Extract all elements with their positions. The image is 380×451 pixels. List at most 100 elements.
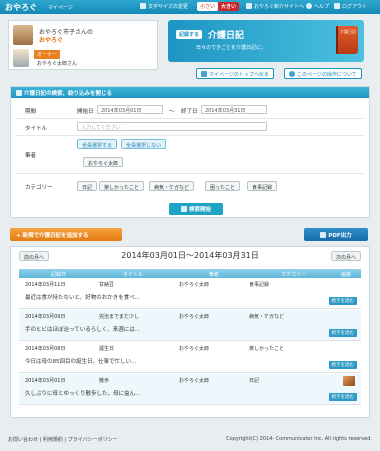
owner-badge: オーナー <box>34 50 61 59</box>
entry-author: おやろぐ太郎 <box>179 378 210 384</box>
column-header-category[interactable]: カテゴリー <box>281 271 306 278</box>
entry-author: おやろぐ太郎 <box>179 314 210 320</box>
profile-card: おやろぐ市子さんの おやろぐ オーナー おやろぐ太郎さん <box>8 20 158 70</box>
entry-body: 今日は母の85回目の誕生日。仕事で忙しい... <box>25 359 137 365</box>
privacy-link[interactable]: プライバシーポリシー <box>68 437 118 443</box>
column-header-author[interactable]: 筆者 <box>209 271 219 278</box>
select-all-button[interactable]: 全員選択する <box>77 139 118 149</box>
logout-link[interactable]: ログアウト <box>334 3 367 10</box>
read-more-button[interactable]: 続きを読む <box>328 393 357 401</box>
divider <box>15 135 365 136</box>
title-input[interactable]: 入力してください <box>77 122 267 131</box>
entry-category: 病気・ケガなど <box>249 314 285 320</box>
author-chip[interactable]: おやろぐ太郎 <box>83 157 124 167</box>
page-title: 介護日記 <box>208 31 245 41</box>
read-more-button[interactable]: 続きを読む <box>328 297 357 305</box>
diary-entry: 2014年03月11日 甘納豆 おやろぐ太郎 食事記録 最近は食が持たないと、好… <box>19 278 361 309</box>
terms-link[interactable]: 利用規約 <box>43 437 63 443</box>
pdf-export-button[interactable]: PDF出力 <box>304 228 368 241</box>
entry-title[interactable]: 完治までまだ少し <box>99 313 139 320</box>
diary-entry: 2014年03月01日 散歩 おやろぐ太郎 日記 久しぶりに母とゆっくり散歩した… <box>19 374 361 405</box>
diary-entry: 2014年03月08日 誕生日 おやろぐ太郎 楽しかったこと 今日は母の85回目… <box>19 342 361 373</box>
category-label: カテゴリー <box>25 185 53 191</box>
period-label: 期間 <box>25 109 37 115</box>
footer-separator: | <box>64 437 67 443</box>
pdf-icon <box>320 232 327 238</box>
entry-title[interactable]: 甘納豆 <box>99 281 114 288</box>
help-icon <box>306 3 312 9</box>
search-icon <box>180 206 187 212</box>
start-date-input[interactable]: 2014年03月01日 <box>97 105 163 114</box>
help-icon <box>289 71 295 77</box>
diary-entry: 2014年03月09日 完治までまだ少し おやろぐ太郎 病気・ケガなど 手のヒビ… <box>19 310 361 341</box>
read-more-button[interactable]: 続きを読む <box>328 329 357 337</box>
senior-nickname: おやろぐ <box>39 37 64 44</box>
entry-title[interactable]: 誕生日 <box>99 345 114 352</box>
author-label: 筆者 <box>25 153 37 159</box>
divider <box>15 173 365 174</box>
entry-category: 日記 <box>249 378 260 384</box>
diary-list-panel: 前の月へ 2014年03月01日〜2014年03月31日 次の月へ 記録日 タイ… <box>10 246 370 418</box>
text-size-icon <box>140 3 146 9</box>
entry-date: 2014年03月09日 <box>25 314 66 320</box>
category-chip-diary[interactable]: 日記 <box>77 181 98 191</box>
entry-author: おやろぐ太郎 <box>179 282 210 288</box>
list-period: 2014年03月01日〜2014年03月31日 <box>121 251 259 260</box>
start-date-label: 開始日 <box>77 109 94 115</box>
diary-book-icon: 介護日記 <box>336 26 358 54</box>
about-page-button[interactable]: このページの操作について <box>284 68 362 79</box>
home-icon <box>246 3 252 9</box>
category-chip-fun[interactable]: 楽しかったこと <box>99 181 145 191</box>
read-more-button[interactable]: 続きを読む <box>328 361 357 369</box>
entry-title[interactable]: 散歩 <box>99 377 109 384</box>
contact-link[interactable]: お問い合わせ <box>8 437 38 443</box>
entry-author: おやろぐ太郎 <box>179 346 210 352</box>
search-icon <box>16 90 22 96</box>
help-link[interactable]: ヘルプ <box>306 3 329 10</box>
search-button[interactable]: 検索開始 <box>169 203 223 215</box>
entry-category: 楽しかったこと <box>249 346 285 352</box>
search-panel: 介護日記の検索、絞り込みを開じる 期間 開始日 2014年03月01日 〜 終了… <box>10 86 370 218</box>
category-chip-trouble[interactable]: 困ったこと <box>205 181 241 191</box>
logout-icon <box>334 3 340 9</box>
add-diary-button[interactable]: + 新規で介護日記を追加する <box>10 228 122 241</box>
font-size-large-button[interactable]: 大きい <box>218 2 240 11</box>
copyright: Copyright(C) 2014- Communicator Inc. All… <box>226 436 372 442</box>
arrow-left-icon <box>201 71 207 77</box>
column-header-date[interactable]: 記録日 <box>51 271 66 278</box>
deselect-all-button[interactable]: 全員選択しない <box>121 139 167 149</box>
category-chip-meal[interactable]: 食事記録 <box>247 181 278 191</box>
table-header: 記録日 タイトル 筆者 カテゴリー 画像 <box>19 269 361 278</box>
entry-date: 2014年03月01日 <box>25 378 66 384</box>
font-size-label: 文字サイズの変更 <box>140 3 188 10</box>
top-site-link[interactable]: おやろぐ新介サイトへ <box>246 3 304 10</box>
end-date-input[interactable]: 2014年03月31日 <box>201 105 267 114</box>
title-label: タイトル <box>25 126 48 132</box>
column-header-title[interactable]: タイトル <box>123 271 143 278</box>
entry-body: 手のヒビはほぼ治っているらしく、来週には... <box>25 327 140 333</box>
top-bar: おやろぐ マイページ 文字サイズの変更 小さい 大きい おやろぐ新介サイトへ ヘ… <box>0 0 380 14</box>
brand-subtitle: マイページ <box>48 5 73 11</box>
brand-logo[interactable]: おやろぐ <box>5 2 37 13</box>
owner-name: おやろぐ太郎さん <box>37 61 78 67</box>
page-description: 日々のできごとを介護日記に。 <box>196 45 267 51</box>
entry-date: 2014年03月11日 <box>25 282 66 288</box>
diary-banner: 記録する 介護日記 日々のできごとを介護日記に。 介護日記 <box>168 20 364 62</box>
owner-avatar <box>13 49 29 67</box>
entry-body: 最近は食が持たないと、好物のおかきを食べ... <box>25 295 141 301</box>
entry-category: 食事記録 <box>249 282 270 288</box>
column-header-image: 画像 <box>341 272 352 278</box>
entry-photo-thumbnail[interactable] <box>343 376 355 386</box>
entry-body: 久しぶりに母とゆっくり散歩した。母に益ん... <box>25 391 141 397</box>
record-badge: 記録する <box>176 30 203 39</box>
entry-date: 2014年03月08日 <box>25 346 66 352</box>
divider <box>15 118 365 119</box>
font-size-small-button[interactable]: 小さい <box>197 2 219 11</box>
search-toggle[interactable]: 介護日記の検索、絞り込みを開じる <box>11 87 369 98</box>
end-date-label: 終了日 <box>181 109 198 115</box>
category-chip-illness[interactable]: 病気・ケガなど <box>149 181 195 191</box>
senior-avatar <box>13 25 33 45</box>
mypage-top-button[interactable]: マイページのトップへ戻る <box>196 68 274 79</box>
period-tilde: 〜 <box>169 109 175 115</box>
next-month-button[interactable]: 次の月へ <box>330 251 361 261</box>
